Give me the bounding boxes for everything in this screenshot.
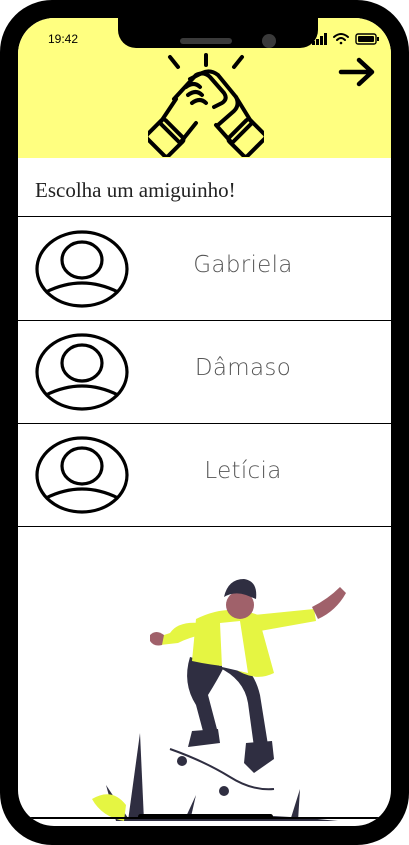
home-indicator[interactable] (138, 814, 273, 819)
friend-name: Gabriela (193, 252, 293, 278)
wifi-icon (333, 33, 349, 45)
user-avatar-icon (35, 333, 129, 411)
page-title: Escolha um amiguinho! (18, 158, 391, 217)
signal-icon (312, 33, 327, 45)
friend-name: Letícia (204, 458, 282, 484)
page-title-text: Escolha um amiguinho! (35, 178, 236, 202)
friend-item-leticia[interactable]: Letícia (18, 424, 391, 527)
front-camera (262, 34, 276, 48)
friend-name: Dâmaso (194, 355, 292, 381)
battery-icon (355, 33, 379, 45)
friend-item-gabriela[interactable]: Gabriela (18, 218, 391, 321)
handshake-icon (148, 53, 264, 157)
phone-frame: 19:42 Escolha um amiguinho! Gabriela Dâm… (0, 0, 409, 845)
friend-item-damaso[interactable]: Dâmaso (18, 321, 391, 424)
speaker-grille (180, 38, 232, 44)
user-avatar-icon (35, 436, 129, 514)
skateboarder-illustration (92, 579, 346, 821)
arrow-right-icon[interactable] (338, 56, 378, 88)
app-screen: 19:42 Escolha um amiguinho! Gabriela Dâm… (18, 18, 391, 826)
status-time: 19:42 (48, 32, 79, 46)
user-avatar-icon (35, 230, 129, 308)
status-icons (312, 33, 379, 45)
